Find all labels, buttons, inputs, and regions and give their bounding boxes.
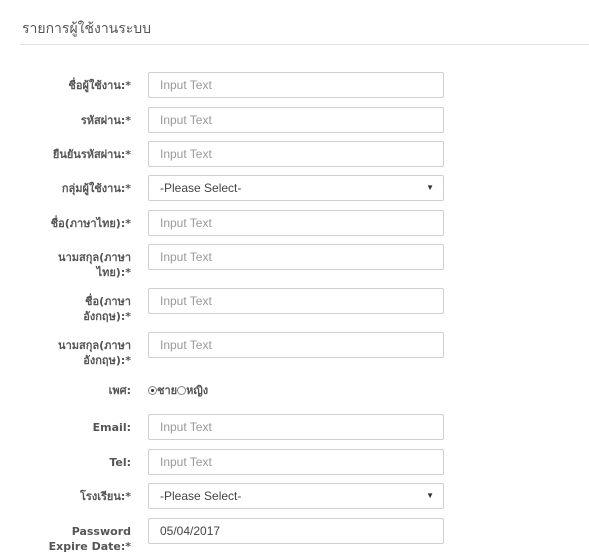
page-title: รายการผู้ใช้งานระบบ [22,21,152,37]
first-name-th-input[interactable]: Input Text [148,210,444,236]
confirm-password-label: ยืนยันรหัสผ่าน:* [52,148,131,161]
gender-female-label[interactable]: หญิง [186,384,208,397]
gender-label: เพศ: [108,384,131,397]
chevron-down-icon: ▼ [426,491,434,500]
last-name-en-label-line2: อังกฤษ):* [83,354,131,367]
title-divider [20,44,589,45]
email-label: Email: [92,421,131,434]
first-name-en-label-line1: ชื่อ(ภาษา [85,295,131,308]
last-name-en-input[interactable]: Input Text [148,332,444,358]
last-name-th-label-line1: นามสกุล(ภาษา [58,251,131,264]
username-input[interactable]: Input Text [148,72,444,98]
user-group-select[interactable]: -Please Select- ▼ [148,175,444,201]
confirm-password-input[interactable]: Input Text [148,141,444,167]
last-name-th-label: นามสกุล(ภาษา ไทย):* [20,250,131,280]
last-name-th-input[interactable]: Input Text [148,244,444,270]
email-input[interactable]: Input Text [148,414,444,440]
first-name-en-label-line2: อังกฤษ):* [83,310,131,323]
tel-label: Tel: [109,456,131,469]
school-label: โรงเรียน:* [80,490,131,503]
password-label: รหัสผ่าน:* [80,114,131,127]
first-name-th-label: ชื่อ(ภาษาไทย):* [50,217,131,230]
last-name-en-label-line1: นามสกุล(ภาษา [58,339,131,352]
gender-radio-group: ชาย หญิง [148,383,208,398]
first-name-en-input[interactable]: Input Text [148,288,444,314]
last-name-en-label: นามสกุล(ภาษา อังกฤษ):* [20,338,131,368]
school-selected: -Please Select- [160,489,242,503]
username-label: ชื่อผู้ใช้งาน:* [68,79,131,92]
tel-input[interactable]: Input Text [148,449,444,475]
first-name-en-label: ชื่อ(ภาษา อังกฤษ):* [20,294,131,324]
gender-male-radio[interactable] [148,386,157,395]
password-input[interactable]: Input Text [148,107,444,133]
password-expire-label: Password Expire Date:* [20,524,131,554]
user-group-label: กลุ่มผู้ใช้งาน:* [61,182,131,195]
last-name-th-label-line2: ไทย):* [96,266,131,279]
user-group-selected: -Please Select- [160,181,242,195]
password-expire-label-line1: Password [71,525,131,538]
password-expire-label-line2: Expire Date:* [48,540,131,553]
gender-female-radio[interactable] [177,386,187,395]
gender-male-label[interactable]: ชาย [157,384,177,397]
school-select[interactable]: -Please Select- ▼ [148,483,444,509]
password-expire-input[interactable]: 05/04/2017 [148,518,444,544]
chevron-down-icon: ▼ [426,183,434,192]
